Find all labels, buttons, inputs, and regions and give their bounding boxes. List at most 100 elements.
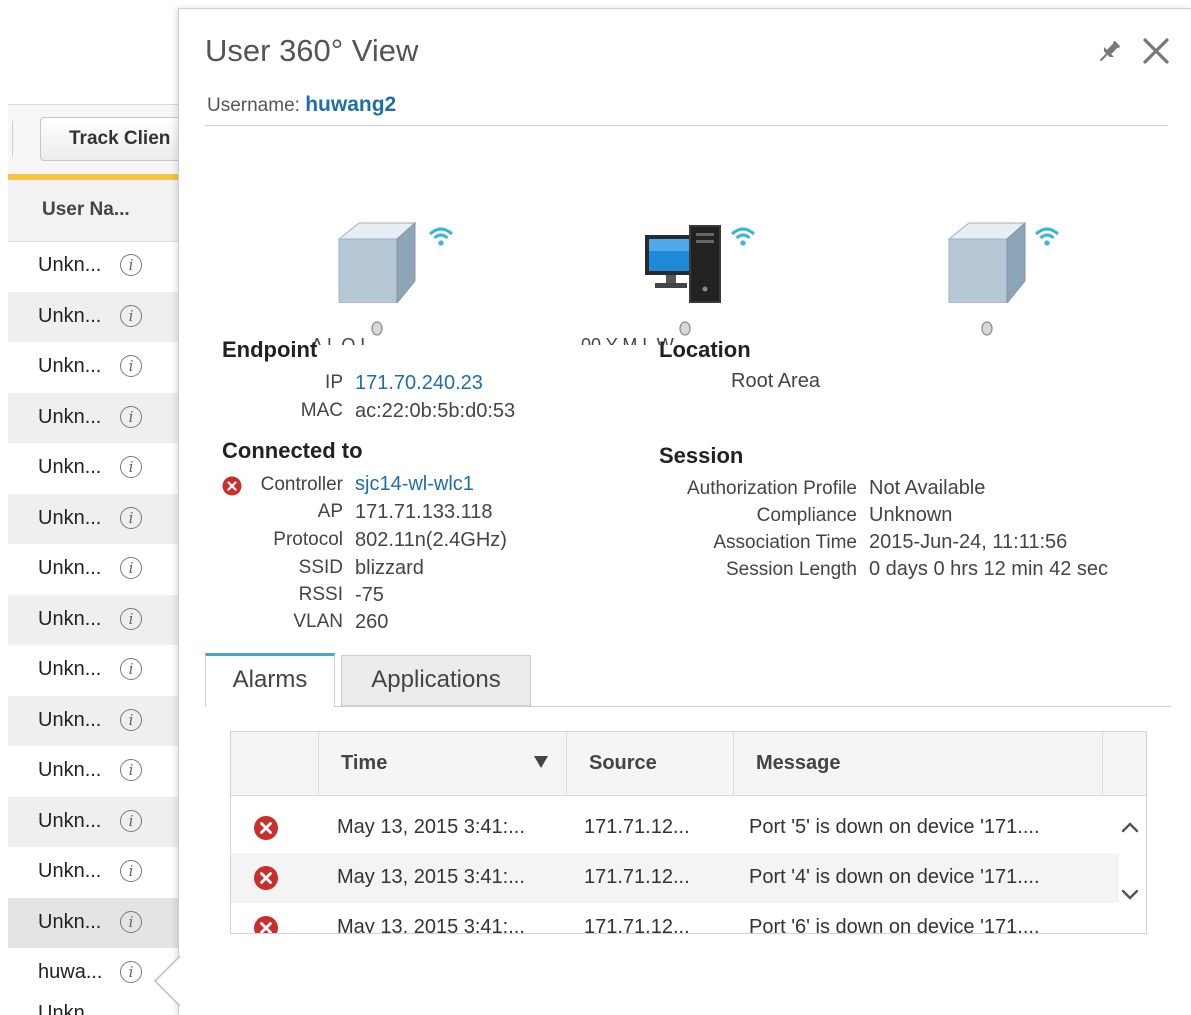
username-label: Username: bbox=[207, 95, 300, 116]
rssi-value: -75 bbox=[355, 584, 384, 606]
compliance-label: Compliance bbox=[756, 505, 857, 526]
ap-label: AP bbox=[317, 501, 343, 522]
location-value: Root Area bbox=[731, 370, 820, 392]
alarm-row[interactable]: May 13, 2015 3:41:... 171.71.12... Port … bbox=[231, 903, 1119, 934]
alarm-row[interactable]: May 13, 2015 3:41:... 171.71.12... Port … bbox=[231, 803, 1119, 853]
list-row[interactable]: Unkn... i bbox=[8, 291, 180, 342]
user-name-cell: Unkn... bbox=[38, 254, 102, 276]
alarm-message: Port '6' is down on device '171.... bbox=[749, 916, 1040, 934]
ssid-label: SSID bbox=[298, 557, 343, 578]
controller-label: Controller bbox=[260, 474, 343, 495]
info-icon[interactable]: i bbox=[120, 961, 142, 983]
list-row[interactable]: Unkn... i bbox=[8, 544, 180, 595]
list-row[interactable]: Unkn... i bbox=[8, 594, 180, 645]
alarm-time: May 13, 2015 3:41:... bbox=[337, 916, 525, 934]
connected-to-title: Connected to bbox=[222, 438, 363, 463]
info-icon[interactable]: i bbox=[120, 658, 142, 680]
alarm-source: 171.71.12... bbox=[584, 916, 690, 934]
alarm-row[interactable]: May 13, 2015 3:41:... 171.71.12... Port … bbox=[231, 853, 1119, 903]
mac-value: ac:22:0b:5b:d0:53 bbox=[355, 400, 516, 422]
info-icon[interactable]: i bbox=[120, 304, 142, 327]
user-name-cell: Unkn... bbox=[38, 910, 102, 933]
info-icon[interactable]: i bbox=[120, 860, 142, 882]
track-clients-button[interactable]: Track Clien bbox=[40, 117, 200, 161]
popover-pointer bbox=[153, 956, 181, 1006]
tab-alarms[interactable]: Alarms bbox=[205, 653, 335, 707]
info-icon[interactable]: i bbox=[120, 456, 142, 478]
wifi-icon bbox=[428, 227, 454, 246]
rssi-label: RSSI bbox=[298, 584, 343, 605]
chevron-down-icon[interactable] bbox=[1119, 884, 1141, 906]
user-name-cell: Unkn... bbox=[38, 708, 102, 731]
authorization-profile-value: Not Available bbox=[869, 477, 986, 499]
ip-link[interactable]: 171.70.240.23 bbox=[355, 372, 483, 395]
alarms-table: Time Source Message May 13, 2015 3:41:..… bbox=[230, 731, 1147, 934]
compliance-value: Unknown bbox=[869, 504, 953, 526]
user-360-view-popover: User 360° View Username: huwang2 A L O L… bbox=[153, 8, 1191, 1015]
list-row[interactable]: Unkn... i bbox=[8, 746, 180, 797]
title-divider bbox=[205, 125, 1168, 126]
list-row[interactable]: Unkn... i bbox=[8, 443, 180, 494]
list-row[interactable]: Unkn... i bbox=[8, 897, 180, 948]
list-row[interactable]: Unkn... i bbox=[8, 342, 180, 393]
info-icon[interactable]: i bbox=[120, 708, 142, 731]
mac-label: MAC bbox=[300, 400, 343, 421]
protocol-value: 802.11n(2.4GHz) bbox=[355, 529, 507, 551]
list-row[interactable]: Unkn... i bbox=[8, 796, 180, 847]
association-time-label: Association Time bbox=[713, 532, 857, 553]
info-icon[interactable]: i bbox=[120, 254, 142, 276]
user-name-cell: huwa... bbox=[38, 961, 103, 983]
time-column-label: Time bbox=[341, 752, 388, 774]
list-row[interactable]: Unkn... i bbox=[8, 241, 180, 292]
pin-icon[interactable] bbox=[1094, 37, 1124, 67]
info-icon[interactable]: i bbox=[120, 355, 142, 377]
location-title: Location bbox=[659, 337, 751, 362]
association-time-value: 2015-Jun-24, 11:11:56 bbox=[869, 531, 1068, 553]
source-column-header[interactable]: Source bbox=[567, 732, 734, 795]
info-icon[interactable]: i bbox=[120, 607, 142, 630]
error-status-icon bbox=[254, 866, 278, 890]
error-status-icon bbox=[254, 816, 278, 840]
user-name-cell: Unkn... bbox=[38, 809, 102, 832]
user-name-cell: Unkn... bbox=[38, 506, 102, 529]
controller-link[interactable]: sjc14-wl-wlc1 bbox=[355, 473, 474, 496]
message-column-label: Message bbox=[756, 752, 841, 774]
chevron-up-icon[interactable] bbox=[1119, 816, 1141, 838]
info-icon[interactable]: i bbox=[120, 557, 142, 579]
access-point-icon bbox=[337, 221, 417, 305]
user-name-cell: Unkn... bbox=[38, 759, 102, 781]
vlan-value: 260 bbox=[355, 611, 389, 633]
wifi-icon bbox=[730, 227, 756, 246]
info-icon[interactable]: i bbox=[120, 759, 142, 781]
close-icon[interactable] bbox=[1140, 35, 1172, 67]
info-icon[interactable]: i bbox=[120, 405, 142, 428]
wifi-icon bbox=[1034, 227, 1060, 246]
list-row[interactable]: Unkn... i bbox=[8, 645, 180, 696]
user-name-cell: Unkn... bbox=[38, 1002, 102, 1015]
session-length-label: Session Length bbox=[726, 559, 857, 580]
session-length-value: 0 days 0 hrs 12 min 42 sec bbox=[869, 558, 1109, 580]
status-column-header[interactable] bbox=[231, 732, 319, 795]
info-icon[interactable]: i bbox=[120, 809, 142, 832]
sort-descending-icon[interactable] bbox=[534, 756, 548, 768]
list-row[interactable]: Unkn... i bbox=[8, 847, 180, 898]
tab-strip-divider bbox=[205, 706, 1171, 707]
access-point-device-2[interactable] bbox=[945, 219, 1060, 336]
user-name-cell: Unkn... bbox=[38, 557, 102, 579]
alarm-time: May 13, 2015 3:41:... bbox=[337, 866, 525, 888]
vlan-label: VLAN bbox=[293, 611, 343, 632]
user-name-column-header[interactable]: User Na... bbox=[8, 180, 180, 242]
info-icon[interactable]: i bbox=[120, 506, 142, 529]
client-rows: Unkn... i Unkn... i Unkn... i Unkn... i Unkn... i… bbox=[8, 241, 180, 999]
info-icon[interactable]: i bbox=[120, 910, 142, 933]
message-column-header[interactable]: Message bbox=[734, 732, 1103, 795]
user-name-cell: Unkn... bbox=[38, 304, 102, 327]
session-title: Session bbox=[659, 443, 744, 468]
tab-applications[interactable]: Applications bbox=[341, 655, 531, 706]
time-column-header[interactable]: Time bbox=[319, 732, 567, 795]
list-row[interactable]: Unkn... i bbox=[8, 695, 180, 746]
list-row[interactable]: Unkn... i bbox=[8, 392, 180, 443]
access-point-icon bbox=[947, 221, 1027, 305]
access-point-device-1[interactable]: A L O L bbox=[311, 219, 454, 345]
list-row[interactable]: Unkn... i bbox=[8, 493, 180, 544]
